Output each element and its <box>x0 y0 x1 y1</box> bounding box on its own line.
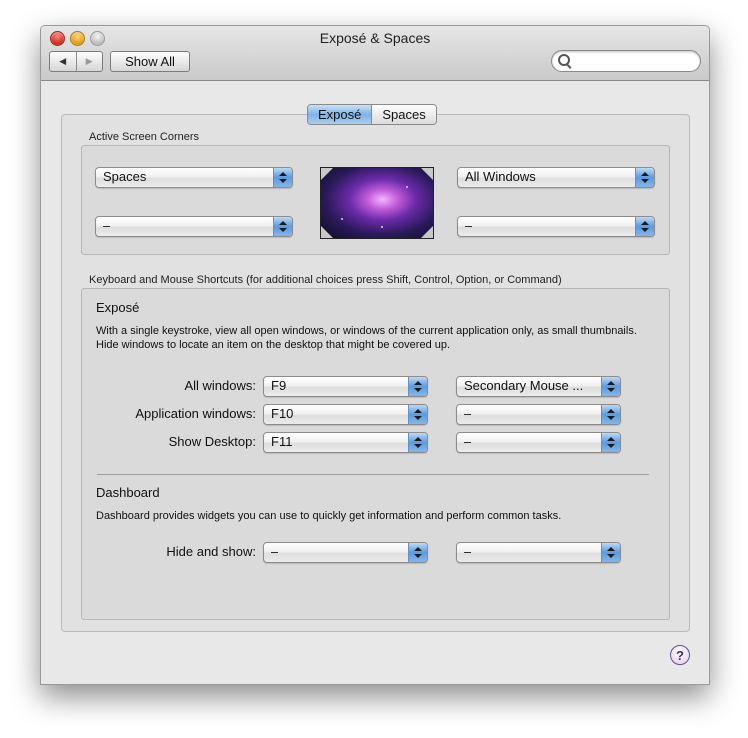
popup-arrows-icon <box>408 405 427 424</box>
popup-arrows-icon <box>273 168 292 187</box>
popup-arrows-icon <box>601 405 620 424</box>
show-desktop-mouse-value: – <box>464 434 472 449</box>
star-dot <box>381 226 383 228</box>
preferences-window: Exposé & Spaces ◀ ▶ Show All Exposé Spac… <box>40 25 710 685</box>
help-button[interactable]: ? <box>670 645 690 665</box>
popup-arrows-icon <box>601 433 620 452</box>
window-title: Exposé & Spaces <box>319 30 431 46</box>
screen-preview-image <box>320 167 434 239</box>
corner-top-left-value: Spaces <box>103 169 147 184</box>
tab-expose[interactable]: Exposé <box>308 105 372 124</box>
expose-description: With a single keystroke, view all open w… <box>96 325 637 351</box>
popup-arrows-icon <box>408 433 427 452</box>
popup-arrows-icon <box>408 543 427 562</box>
hide-and-show-label: Hide and show: <box>166 544 256 559</box>
all-windows-key-popup[interactable]: F9 <box>263 376 428 397</box>
dashboard-heading: Dashboard <box>96 485 160 500</box>
popup-arrows-icon <box>601 377 620 396</box>
search-icon <box>558 54 570 66</box>
search-field[interactable] <box>551 50 701 72</box>
popup-arrows-icon <box>408 377 427 396</box>
show-desktop-key-value: F11 <box>271 434 293 449</box>
corners-section-label: Active Screen Corners <box>89 131 200 143</box>
all-windows-label: All windows: <box>184 378 256 393</box>
hide-and-show-key-value: – <box>271 544 279 559</box>
dashboard-description: Dashboard provides widgets you can use t… <box>96 510 562 522</box>
application-windows-mouse-value: – <box>464 406 472 421</box>
hide-and-show-mouse-value: – <box>464 544 472 559</box>
corner-top-left-popup[interactable]: Spaces <box>95 167 293 188</box>
show-desktop-mouse-popup[interactable]: – <box>456 432 621 453</box>
star-dot <box>341 218 343 220</box>
show-desktop-key-popup[interactable]: F11 <box>263 432 428 453</box>
corner-marker-icon <box>321 226 333 238</box>
search-input[interactable] <box>574 52 696 70</box>
corner-marker-icon <box>421 168 433 180</box>
popup-arrows-icon <box>601 543 620 562</box>
application-windows-mouse-popup[interactable]: – <box>456 404 621 425</box>
all-windows-key-value: F9 <box>271 378 287 393</box>
corner-bottom-left-popup[interactable]: – <box>95 216 293 237</box>
back-forward-control: ◀ ▶ <box>49 51 103 72</box>
star-dot <box>406 186 408 188</box>
corner-top-right-value: All Windows <box>465 169 536 184</box>
application-windows-key-popup[interactable]: F10 <box>263 404 428 425</box>
application-windows-label: Application windows: <box>135 406 256 421</box>
popup-arrows-icon <box>273 217 292 236</box>
tab-control: Exposé Spaces <box>307 104 437 125</box>
corner-marker-icon <box>421 226 433 238</box>
all-windows-mouse-popup[interactable]: Secondary Mouse ... <box>456 376 621 397</box>
popup-arrows-icon <box>635 168 654 187</box>
hide-and-show-mouse-popup[interactable]: – <box>456 542 621 563</box>
corner-bottom-right-popup[interactable]: – <box>457 216 655 237</box>
help-question-icon: ? <box>676 647 684 663</box>
expose-heading: Exposé <box>96 300 140 315</box>
all-windows-mouse-value: Secondary Mouse ... <box>464 378 584 393</box>
section-divider <box>97 474 649 475</box>
application-windows-key-value: F10 <box>271 406 294 421</box>
corner-top-right-popup[interactable]: All Windows <box>457 167 655 188</box>
show-desktop-label: Show Desktop: <box>168 434 256 449</box>
hide-and-show-key-popup[interactable]: – <box>263 542 428 563</box>
tab-spaces[interactable]: Spaces <box>371 105 436 124</box>
forward-arrow-icon[interactable]: ▶ <box>75 52 103 71</box>
popup-arrows-icon <box>635 217 654 236</box>
corner-bottom-right-value: – <box>465 218 473 233</box>
corner-bottom-left-value: – <box>103 218 111 233</box>
back-arrow-icon[interactable]: ◀ <box>50 52 76 71</box>
title-bar: Exposé & Spaces ◀ ▶ Show All <box>41 26 709 81</box>
corner-marker-icon <box>321 168 333 180</box>
shortcuts-section-label: Keyboard and Mouse Shortcuts (for additi… <box>89 274 562 286</box>
show-all-button[interactable]: Show All <box>110 51 190 72</box>
